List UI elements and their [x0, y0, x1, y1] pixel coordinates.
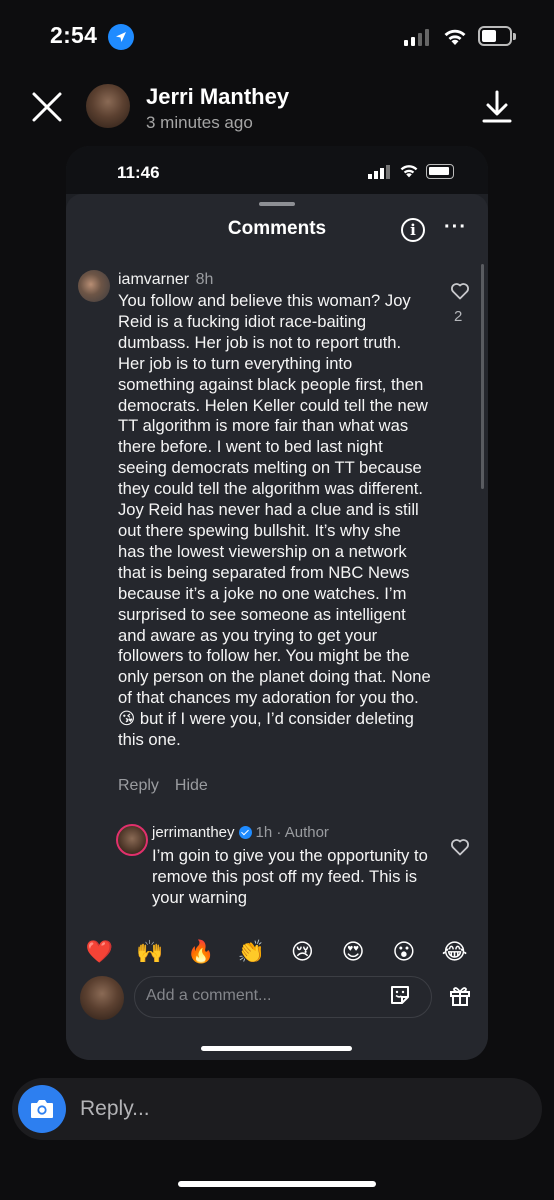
- story-author-name[interactable]: Jerri Manthey: [146, 84, 289, 110]
- verified-badge-icon: [238, 826, 252, 839]
- inner-battery-icon: [426, 164, 454, 179]
- reaction-raised-hands[interactable]: 🙌: [134, 939, 166, 965]
- camera-icon[interactable]: [18, 1085, 66, 1133]
- story-timestamp: 3 minutes ago: [146, 113, 253, 132]
- avatar[interactable]: [86, 84, 130, 128]
- comment-username[interactable]: iamvarner: [118, 271, 189, 288]
- gift-icon[interactable]: [448, 984, 472, 1013]
- comment-actions: Reply Hide: [118, 777, 208, 795]
- comment-header: jerrimanthey 1h · Author: [152, 824, 329, 841]
- like-count: 2: [454, 308, 463, 325]
- home-indicator: [178, 1181, 376, 1187]
- close-icon[interactable]: [28, 88, 66, 126]
- comment-meta: 1h · Author: [255, 824, 329, 841]
- shared-screenshot: 11:46 Comments i ··· iamvarner 8h You fo…: [66, 146, 488, 1060]
- battery-icon: [478, 26, 516, 46]
- avatar: [80, 976, 124, 1020]
- comment-text: You follow and believe this woman? Joy R…: [118, 291, 431, 750]
- inner-home-indicator: [201, 1046, 352, 1051]
- avatar[interactable]: [78, 270, 110, 302]
- inner-cellular-icon: [368, 165, 392, 179]
- comment-text: I’m goin to give you the opportunity to …: [152, 846, 428, 907]
- reaction-fire[interactable]: 🔥: [185, 939, 217, 965]
- sticker-icon[interactable]: [388, 983, 412, 1012]
- status-time: 2:54: [50, 22, 98, 48]
- comments-sheet: Comments i ··· iamvarner 8h You follow a…: [66, 194, 488, 1060]
- reaction-wow[interactable]: 😮: [388, 939, 420, 965]
- reaction-heart-eyes[interactable]: 😍: [337, 939, 369, 965]
- reaction-laugh[interactable]: 😂: [439, 939, 471, 965]
- comment-header: iamvarner 8h: [118, 271, 213, 289]
- reaction-heart[interactable]: ❤️: [83, 939, 115, 965]
- heart-icon[interactable]: [450, 282, 470, 305]
- download-icon[interactable]: [480, 88, 514, 126]
- scrollbar[interactable]: [481, 264, 484, 489]
- location-arrow-icon: [108, 24, 134, 50]
- comment-input-placeholder[interactable]: Add a comment...: [146, 987, 271, 1005]
- comment-username[interactable]: jerrimanthey: [152, 824, 235, 841]
- reaction-cry[interactable]: 😢: [286, 939, 318, 965]
- cellular-signal-icon: [404, 28, 429, 46]
- heart-icon[interactable]: [450, 838, 470, 861]
- comment-time: 8h: [195, 271, 214, 288]
- more-options-icon[interactable]: ···: [444, 216, 467, 239]
- info-icon[interactable]: i: [401, 218, 425, 242]
- avatar[interactable]: [116, 824, 148, 856]
- reply-button[interactable]: Reply: [118, 777, 159, 795]
- reply-placeholder[interactable]: Reply...: [80, 1097, 150, 1121]
- quick-reactions-bar: ❤️ 🙌 🔥 👏 😢 😍 😮 😂: [66, 930, 488, 974]
- inner-status-time: 11:46: [117, 163, 160, 182]
- hide-button[interactable]: Hide: [175, 777, 208, 795]
- reaction-clap[interactable]: 👏: [236, 939, 268, 965]
- inner-wifi-icon: [398, 163, 420, 184]
- wifi-icon: [442, 27, 468, 52]
- sheet-grabber[interactable]: [259, 202, 295, 206]
